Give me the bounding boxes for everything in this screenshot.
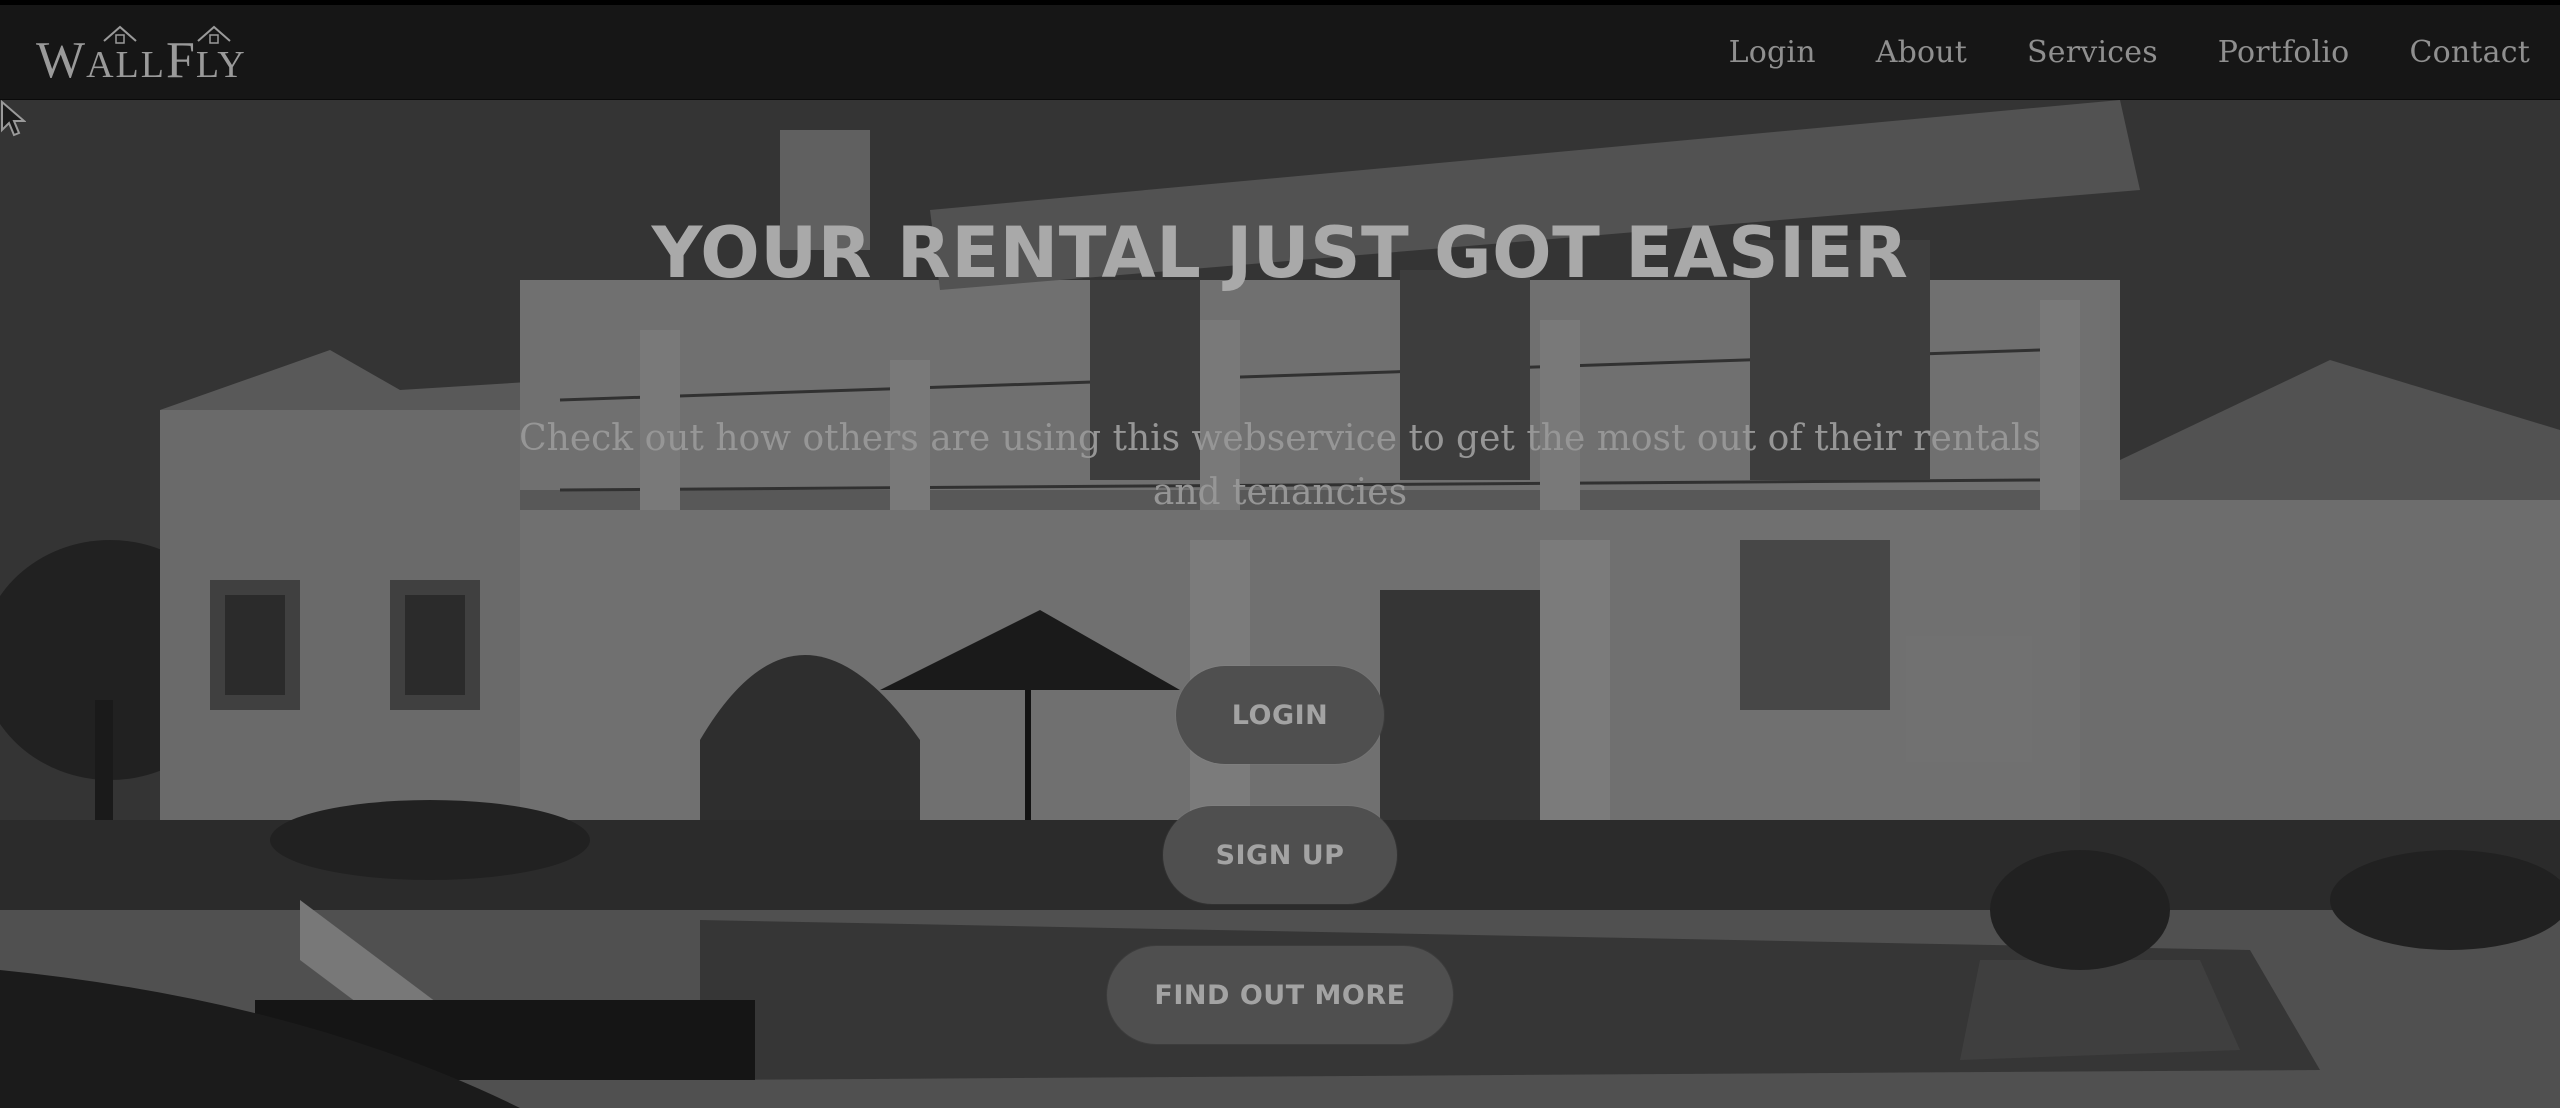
- hero-headline: YOUR RENTAL JUST GOT EASIER: [651, 212, 1909, 294]
- nav-link-about[interactable]: About: [1876, 35, 1967, 70]
- nav-link-portfolio[interactable]: Portfolio: [2218, 35, 2350, 70]
- logo-letters: LY: [195, 44, 247, 86]
- mouse-pointer-icon: [0, 100, 26, 137]
- hero-subtitle: Check out how others are using this webs…: [519, 418, 2041, 513]
- login-button[interactable]: LOGIN: [1176, 666, 1384, 764]
- brand-logo[interactable]: W ALL F LY: [36, 23, 246, 87]
- hero-section: YOUR RENTAL JUST GOT EASIER Check out ho…: [0, 100, 2560, 1108]
- logo-letters: ALL: [86, 44, 166, 86]
- house-roof-icon: [197, 25, 231, 44]
- nav-link-services[interactable]: Services: [2027, 35, 2158, 70]
- sign-up-button[interactable]: SIGN UP: [1163, 806, 1397, 904]
- top-navbar: W ALL F LY Login About Services Portfolio C…: [0, 0, 2560, 100]
- logo-letter: F: [165, 32, 196, 89]
- nav-link-contact[interactable]: Contact: [2409, 35, 2530, 70]
- main-nav: Login About Services Portfolio Contact: [1729, 5, 2560, 100]
- find-out-more-button[interactable]: FIND OUT MORE: [1107, 946, 1453, 1044]
- nav-link-login[interactable]: Login: [1729, 35, 1816, 70]
- logo-letter: W: [36, 32, 87, 89]
- house-roof-icon: [103, 25, 137, 44]
